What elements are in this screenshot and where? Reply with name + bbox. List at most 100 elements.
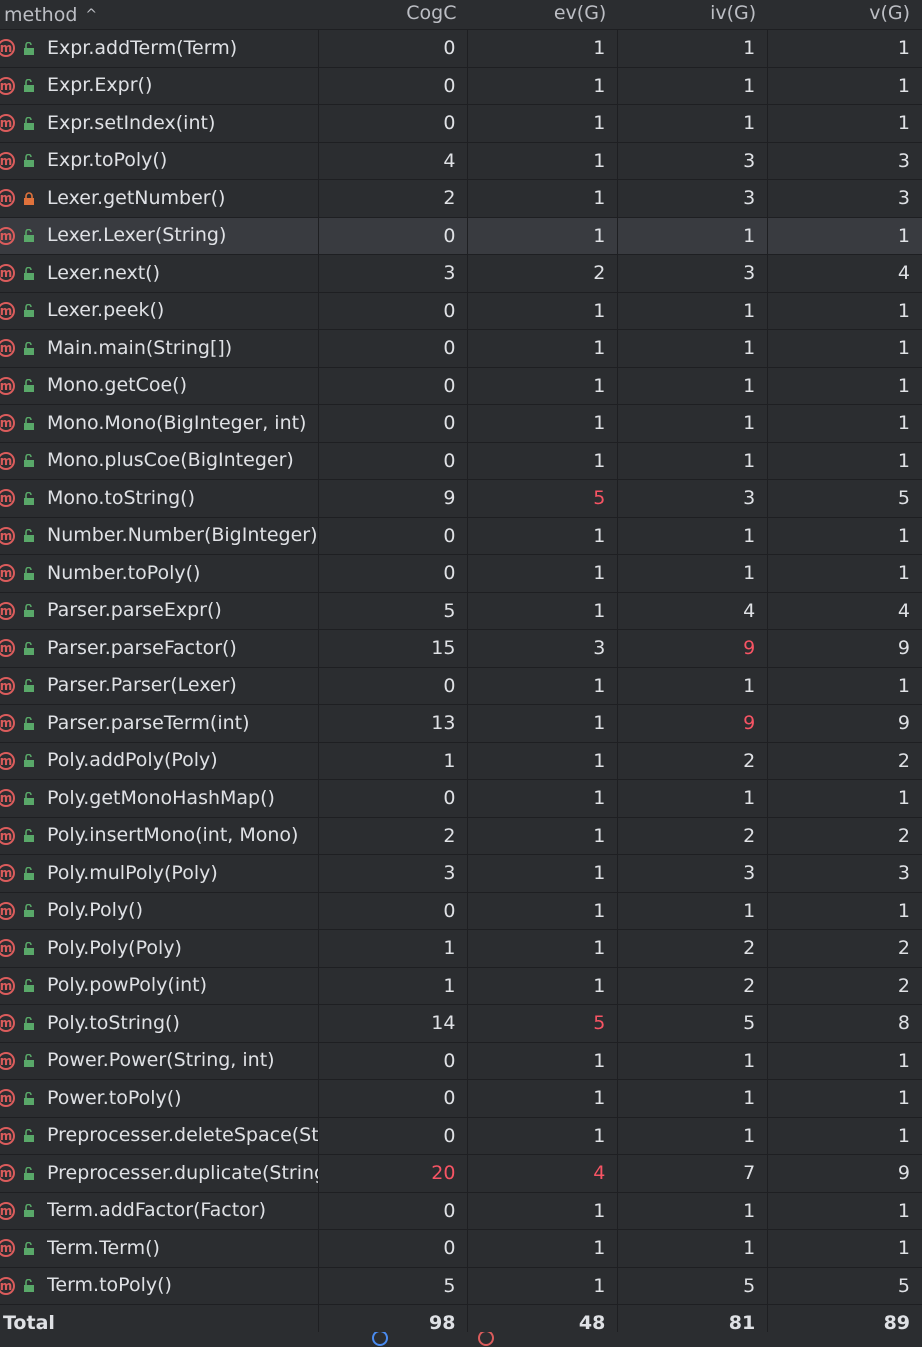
method-cell: m Expr.Expr() [0,67,319,104]
ivg-cell: 1 [618,67,769,104]
unlocked-icon [24,829,34,843]
cogc-cell: 0 [319,292,469,329]
method-icon: m [0,676,15,695]
method-icon: m [0,1014,15,1033]
unlocked-icon [24,416,34,430]
column-header-evg[interactable]: ev(G) [468,0,618,29]
method-cell: m Mono.plusCoe(BigInteger) [0,442,319,479]
column-header-method[interactable]: method ^ [0,0,319,29]
table-row[interactable]: m Poly.Poly() 0 1 1 1 [0,892,922,930]
method-cell: m Power.toPoly() [0,1080,319,1117]
method-name: Mono.plusCoe(BigInteger) [47,449,294,471]
ivg-cell: 1 [618,517,769,554]
method-icon: m [0,339,15,358]
unlocked-icon [24,941,34,955]
unlocked-icon [24,1054,34,1068]
method-name: Preprocesser.deleteSpace(St [47,1124,318,1146]
method-cell: m Preprocesser.deleteSpace(St [0,1117,319,1154]
column-header-vg[interactable]: v(G) [768,0,922,29]
evg-cell: 1 [468,667,619,704]
ivg-cell: 1 [618,405,769,442]
table-row[interactable]: m Main.main(String[]) 0 1 1 1 [0,330,922,368]
unlocked-icon [24,754,34,768]
table-row[interactable]: m Term.addFactor(Factor) 0 1 1 1 [0,1192,922,1230]
ivg-cell: 1 [618,1117,769,1154]
ivg-cell: 1 [618,1192,769,1229]
table-row[interactable]: m Parser.parseTerm(int) 13 1 9 9 [0,705,922,743]
vg-cell: 1 [897,37,911,59]
table-row[interactable]: m Poly.Poly(Poly) 1 1 2 2 [0,930,922,968]
method-cell: m Poly.powPoly(int) [0,967,319,1004]
method-name: Poly.mulPoly(Poly) [47,861,218,884]
metrics-table: method ^ CogC ev(G) iv(G) v(G) m Expr.add… [0,0,922,1343]
vg-cell: 1 [897,449,911,472]
table-row[interactable]: m Poly.toString() 14 5 5 8 [0,1005,922,1043]
method-cell: m Lexer.getNumber() [0,180,319,217]
table-row[interactable]: m Lexer.getNumber() 2 1 3 3 [0,180,922,218]
ivg-cell: 2 [618,742,769,779]
vg-cell: 2 [897,749,911,772]
table-row[interactable]: m Power.toPoly() 0 1 1 1 [0,1080,922,1118]
column-header-ivg[interactable]: iv(G) [618,0,768,29]
table-row[interactable]: m Parser.parseFactor() 15 3 9 9 [0,630,922,668]
method-cell: m Term.Term() [0,1230,319,1267]
ivg-cell: 3 [618,855,769,892]
circle-red-icon [478,1332,494,1346]
table-row[interactable]: m Lexer.next() 3 2 3 4 [0,255,922,293]
method-icon: m [0,414,15,433]
method-cell: m Number.toPoly() [0,555,319,592]
vg-cell: 5 [897,487,911,509]
table-row[interactable]: m Mono.getCoe() 0 1 1 1 [0,367,922,405]
unlocked-icon [24,641,34,655]
method-cell: m Expr.addTerm(Term) [0,30,319,67]
table-row[interactable]: m Expr.addTerm(Term) 0 1 1 1 [0,30,922,68]
table-row[interactable]: m Poly.mulPoly(Poly) 3 1 3 3 [0,855,922,893]
method-name: Power.toPoly() [47,1086,182,1109]
table-row[interactable]: m Preprocesser.duplicate(String 20 4 7 9 [0,1155,922,1193]
table-row[interactable]: m Term.Term() 0 1 1 1 [0,1230,922,1268]
ivg-cell: 3 [618,480,769,517]
table-row[interactable]: m Poly.insertMono(int, Mono) 2 1 2 2 [0,817,922,855]
method-name: Main.main(String[]) [47,336,233,359]
table-row[interactable]: m Number.toPoly() 0 1 1 1 [0,555,922,593]
vg-cell: 2 [897,937,911,959]
unlocked-icon [24,1166,34,1180]
ivg-cell: 2 [618,967,769,1004]
unlocked-icon [24,154,34,168]
method-icon: m [0,714,15,733]
table-row[interactable]: m Expr.toPoly() 4 1 3 3 [0,142,922,180]
table-row[interactable]: m Preprocesser.deleteSpace(St 0 1 1 1 [0,1117,922,1155]
table-row[interactable]: m Lexer.peek() 0 1 1 1 [0,292,922,330]
table-row[interactable]: m Lexer.Lexer(String) 0 1 1 1 [0,217,922,255]
table-row[interactable]: m Term.toPoly() 5 1 5 5 [0,1267,922,1305]
cogc-cell: 0 [319,517,469,554]
table-row[interactable]: m Mono.Mono(BigInteger, int) 0 1 1 1 [0,405,922,443]
table-row[interactable]: m Mono.toString() 9 5 3 5 [0,480,922,518]
unlocked-icon [24,529,34,543]
method-name: Mono.Mono(BigInteger, int) [47,411,307,434]
table-row[interactable]: m Mono.plusCoe(BigInteger) 0 1 1 1 [0,442,922,480]
evg-cell: 1 [468,705,619,742]
method-icon: m [0,76,15,95]
table-row[interactable]: m Parser.parseExpr() 5 1 4 4 [0,592,922,630]
table-row[interactable]: m Expr.setIndex(int) 0 1 1 1 [0,105,922,143]
evg-cell: 1 [468,1080,619,1117]
table-row[interactable]: m Power.Power(String, int) 0 1 1 1 [0,1042,922,1080]
vg-cell: 1 [897,1124,911,1147]
table-row[interactable]: m Poly.powPoly(int) 1 1 2 2 [0,967,922,1005]
cogc-cell: 20 [319,1155,469,1192]
evg-cell: 4 [468,1155,619,1192]
vg-cell: 3 [897,149,911,172]
method-cell: m Term.toPoly() [0,1267,319,1304]
table-row[interactable]: m Number.Number(BigInteger) 0 1 1 1 [0,517,922,555]
table-row[interactable]: m Parser.Parser(Lexer) 0 1 1 1 [0,667,922,705]
vg-cell: 1 [897,374,911,397]
cogc-cell: 0 [319,1192,469,1229]
method-icon: m [0,1089,15,1108]
table-row[interactable]: m Poly.addPoly(Poly) 1 1 2 2 [0,742,922,780]
table-row[interactable]: m Poly.getMonoHashMap() 0 1 1 1 [0,780,922,818]
cogc-cell: 1 [319,930,469,967]
column-header-cogc[interactable]: CogC [319,0,469,29]
table-row[interactable]: m Expr.Expr() 0 1 1 1 [0,67,922,105]
sort-ascending-icon: ^ [85,6,98,23]
